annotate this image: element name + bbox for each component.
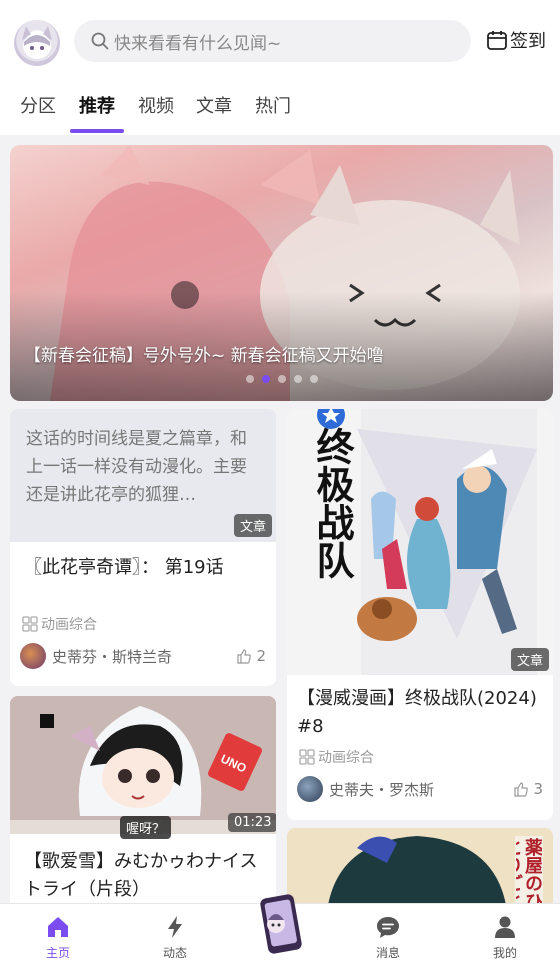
- feed-card-comic-partial[interactable]: 薬屋のひとりごと: [287, 828, 553, 911]
- category-tag[interactable]: 动画综合: [22, 614, 97, 634]
- nav-messages-label: 消息: [375, 946, 400, 960]
- author-name: 史蒂芬・斯特兰奇: [52, 647, 173, 666]
- banner-caption: 【新春会征稿】号外号外~ 新春会征稿又开始噜: [24, 346, 384, 366]
- carousel-dots: [246, 375, 318, 383]
- tab-hot[interactable]: 热门: [255, 92, 291, 118]
- comic-cover-title: 薬屋のひとりごと: [516, 838, 542, 910]
- search-input[interactable]: 快来看看有什么见闻~: [74, 20, 471, 62]
- feed-card-video[interactable]: UNO 喔呀？ 01:23 【歌爱雪】みむかゥわナイストライ（片段）: [10, 696, 276, 911]
- user-avatar[interactable]: [14, 20, 60, 66]
- lightning-icon: [168, 916, 182, 938]
- nav-profile[interactable]: 我的: [475, 914, 535, 961]
- category-tabs: 分区 推荐 视频 文章 热门: [0, 84, 560, 134]
- message-icon: [377, 917, 399, 938]
- author-name: 史蒂夫・罗杰斯: [329, 780, 435, 799]
- user-icon: [495, 916, 515, 938]
- comic-cover-title: 终极战队: [310, 427, 354, 579]
- nav-home-label: 主页: [45, 946, 70, 960]
- home-icon: [48, 917, 68, 937]
- avatar-cat-girl-icon: [22, 26, 52, 59]
- card-title: 〖此花亭奇谭〗： 第19话: [24, 557, 224, 578]
- tab-recommended[interactable]: 推荐: [79, 92, 115, 118]
- nav-profile-label: 我的: [492, 946, 517, 960]
- card-title: 【歌爱雪】みむかゥわナイストライ（片段）: [24, 851, 258, 900]
- feed-card-article-1[interactable]: 这话的时间线是夏之篇章，和上一话一样没有动漫化。主要还是讲此花亭的狐狸… 文章 …: [10, 409, 276, 686]
- article-badge: 文章: [511, 648, 550, 671]
- banner-carousel[interactable]: 【新春会征稿】号外号外~ 新春会征稿又开始噜: [10, 145, 553, 401]
- like-count: 3: [533, 780, 543, 798]
- tab-active-indicator: [70, 129, 124, 133]
- top-bar: 快来看看有什么见闻~ 签到 分区 推荐 视频 文章 热门: [0, 0, 560, 135]
- thumbs-up-icon: [514, 782, 529, 797]
- carousel-dot[interactable]: [246, 375, 254, 383]
- author-row[interactable]: 史蒂夫・罗杰斯: [297, 776, 434, 802]
- tab-videos[interactable]: 视频: [138, 92, 174, 118]
- category-grid-icon: [299, 749, 315, 765]
- author-avatar: [20, 643, 46, 669]
- nav-messages[interactable]: 消息: [358, 914, 418, 961]
- category-label: 动画综合: [318, 750, 374, 766]
- like-button[interactable]: 3: [513, 780, 543, 798]
- search-placeholder: 快来看看有什么见闻~: [114, 33, 282, 54]
- author-row[interactable]: 史蒂芬・斯特兰奇: [20, 643, 172, 669]
- carousel-dot[interactable]: [278, 375, 286, 383]
- bottom-nav: 主页 动态 消息 我的: [0, 894, 560, 975]
- nav-center-mascot[interactable]: [252, 890, 308, 960]
- signin-button[interactable]: 签到: [486, 27, 546, 53]
- signin-label: 签到: [510, 31, 546, 52]
- search-icon: [90, 31, 110, 51]
- thumbs-up-icon: [237, 649, 252, 664]
- feed-card-article-2[interactable]: 终极战队 文章 【漫威漫画】终极战队(2024) #8 动画综合 史蒂夫・罗杰斯…: [287, 409, 553, 820]
- article-badge: 文章: [234, 514, 273, 537]
- category-grid-icon: [22, 616, 38, 632]
- category-label: 动画综合: [41, 617, 97, 633]
- video-subtitle: 喔呀？: [120, 816, 172, 839]
- carousel-dot-active[interactable]: [262, 375, 270, 383]
- video-duration: 01:23: [228, 813, 276, 832]
- nav-feed[interactable]: 动态: [145, 914, 205, 961]
- like-button[interactable]: 2: [236, 647, 266, 665]
- carousel-dot[interactable]: [294, 375, 302, 383]
- comic-cover-partial: [287, 828, 553, 911]
- card-title: 【漫威漫画】终极战队(2024) #8: [297, 688, 537, 737]
- like-count: 2: [256, 647, 266, 665]
- tab-zones[interactable]: 分区: [20, 92, 56, 118]
- nav-feed-label: 动态: [162, 946, 187, 960]
- phone-mascot-icon: [260, 894, 302, 954]
- calendar-icon: [487, 31, 507, 50]
- carousel-dot[interactable]: [310, 375, 318, 383]
- category-tag[interactable]: 动画综合: [299, 747, 374, 767]
- author-avatar: [297, 776, 323, 802]
- tab-articles[interactable]: 文章: [196, 92, 232, 118]
- nav-home[interactable]: 主页: [28, 914, 88, 961]
